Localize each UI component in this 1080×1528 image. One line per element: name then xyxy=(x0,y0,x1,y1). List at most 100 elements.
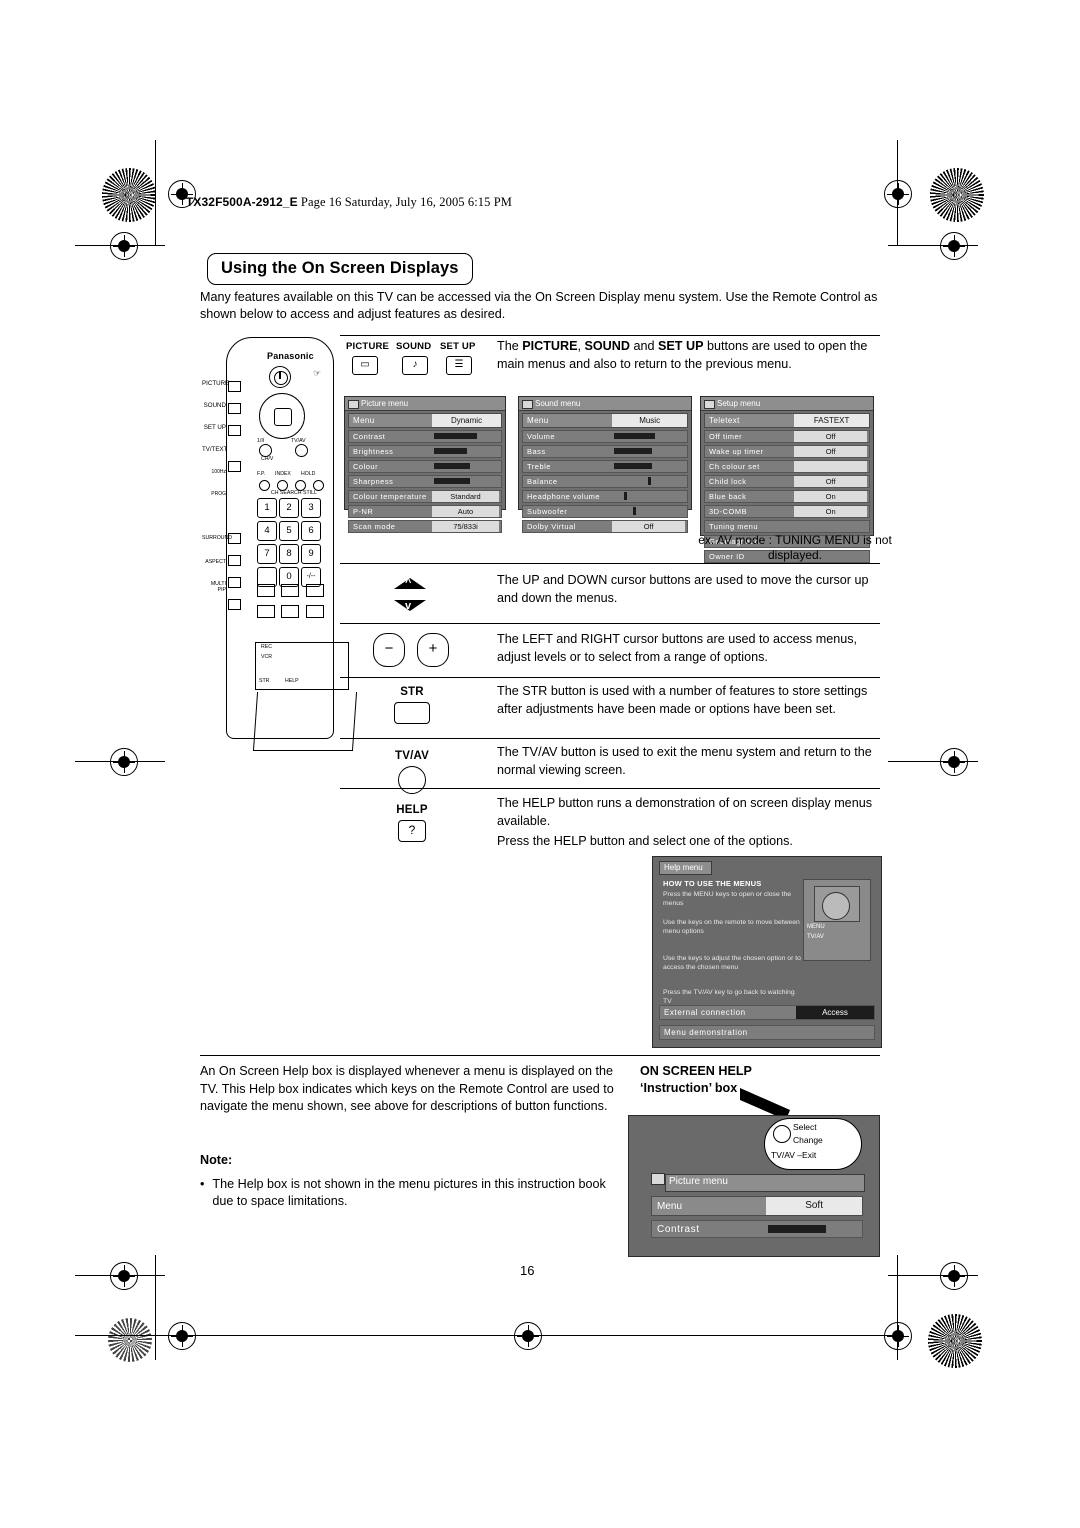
osd-row[interactable]: Sharpness xyxy=(348,475,502,488)
osd-row-bar xyxy=(432,431,501,442)
side-label-100hz: 100Hz PROG xyxy=(211,469,226,497)
divider xyxy=(340,563,880,564)
osd-row-label: Colour temperature xyxy=(353,492,427,501)
flap-str-label: STR xyxy=(259,678,270,684)
remote-body: Panasonic ☞ 1/II TV/AV CH/V F.P. INDEX H… xyxy=(226,337,358,751)
registration-mark xyxy=(940,232,968,260)
lower-paragraph: An On Screen Help box is displayed whene… xyxy=(200,1064,614,1113)
osd-row-label: 3D-COMB xyxy=(709,507,748,516)
osd-row[interactable]: Volume xyxy=(522,430,688,443)
osd-row-tick xyxy=(612,491,687,502)
osd-row-value-text: Standard xyxy=(432,491,499,502)
osd-setup-title: Setup menu xyxy=(701,397,873,411)
side-label-sound: SOUND xyxy=(203,402,226,409)
osd-row-bar xyxy=(612,446,687,457)
divider xyxy=(340,335,880,336)
bubble-exit-label: TV/AV –Exit xyxy=(771,1150,817,1160)
right-button-icon[interactable]: + xyxy=(417,633,449,667)
osd-row[interactable]: Dolby Virtual Off xyxy=(522,520,688,533)
osd2-header-value: Soft xyxy=(766,1197,862,1215)
crop-line xyxy=(888,761,978,762)
setup-button-label: SET UP xyxy=(440,341,476,352)
divider xyxy=(340,623,880,624)
side-label-aspect: ASPECT xyxy=(205,559,226,565)
leftright-buttons[interactable]: − + xyxy=(373,633,457,667)
osd-row-value xyxy=(794,461,869,472)
osd-row[interactable]: Scan mode 75/833i xyxy=(348,520,502,533)
osd-row[interactable]: Ch colour set xyxy=(704,460,870,473)
osd2-header-key: Menu xyxy=(657,1200,683,1212)
crop-line xyxy=(155,1255,156,1360)
tvav-button-icon[interactable] xyxy=(398,766,426,794)
osd-row-label: Blue back xyxy=(709,492,747,501)
side-label-setup: SET UP xyxy=(203,424,226,431)
flap-help-label: HELP xyxy=(285,678,299,684)
cursor-dpad xyxy=(259,393,305,439)
osd-row[interactable]: Treble xyxy=(522,460,688,473)
osd-row-tick xyxy=(612,476,687,487)
osd-row[interactable]: Brightness xyxy=(348,445,502,458)
osd-row[interactable]: Contrast xyxy=(348,430,502,443)
file-header-name: TX32F500A-2912_E xyxy=(186,195,298,209)
osd2-header[interactable]: Menu Soft xyxy=(651,1196,863,1216)
osd2-title: Picture menu xyxy=(669,1176,728,1187)
osd-row-bar xyxy=(432,476,501,487)
play-key xyxy=(257,584,275,597)
osd-row[interactable]: P-NR Auto xyxy=(348,505,502,518)
side-key-setup xyxy=(228,425,241,436)
osd-sound-header-key: Menu xyxy=(527,416,549,425)
setup-button-icon[interactable]: ☰ xyxy=(446,356,472,375)
updown-buttons[interactable]: ^ v xyxy=(394,577,430,616)
sound-button-label: SOUND xyxy=(396,341,432,352)
picture-button-icon[interactable]: ▭ xyxy=(352,356,378,375)
osd-row[interactable]: Balance xyxy=(522,475,688,488)
sound-button-icon[interactable]: ♪ xyxy=(402,356,428,375)
osd-row[interactable]: 3D-COMB On xyxy=(704,505,870,518)
osd-row[interactable]: Subwoofer xyxy=(522,505,688,518)
tvav-key-art: TV/AV xyxy=(372,750,452,794)
note-bullet-text: The Help box is not shown in the menu pi… xyxy=(212,1176,606,1209)
bold-setup: SET UP xyxy=(657,339,704,353)
on-screen-help-line1: ON SCREEN HELP xyxy=(640,1064,752,1078)
instruction-bubble: Select Change TV/AV –Exit xyxy=(764,1118,862,1170)
help-foot-row-2[interactable]: Menu demonstration xyxy=(659,1025,875,1040)
registration-mark xyxy=(110,1262,138,1290)
help-button-icon[interactable]: ? xyxy=(398,820,426,842)
str-key-label: STR xyxy=(400,686,424,698)
section-2-text: The UP and DOWN cursor buttons are used … xyxy=(497,573,869,605)
str-button-icon[interactable] xyxy=(394,702,430,724)
left-button-icon[interactable]: − xyxy=(373,633,405,667)
osd-row-label: Wake up timer xyxy=(709,447,764,456)
osd2-row[interactable]: Contrast xyxy=(651,1220,863,1238)
osd-setup-header: Teletext FASTEXT xyxy=(704,413,870,428)
registration-mark xyxy=(884,1322,912,1350)
section-6-text2: Press the HELP button and select one of … xyxy=(497,834,793,848)
osd-row[interactable]: Off timer Off xyxy=(704,430,870,443)
help-key-label: HELP xyxy=(396,804,428,816)
osd-row[interactable]: Headphone volume xyxy=(522,490,688,503)
osd-setup-header-value: FASTEXT xyxy=(794,414,869,427)
osd-sound-title: Sound menu xyxy=(519,397,691,411)
page-title: Using the On Screen Displays xyxy=(207,253,473,285)
osd-row-tick xyxy=(612,506,687,517)
osd-row[interactable]: Colour xyxy=(348,460,502,473)
osd-row[interactable]: Tuning menu xyxy=(704,520,870,533)
osd-row-label: Treble xyxy=(527,462,551,471)
osd-row[interactable]: Bass xyxy=(522,445,688,458)
osd-row[interactable]: Colour temperature Standard xyxy=(348,490,502,503)
help-remote-menu-label: MENU xyxy=(807,924,825,930)
osd-row[interactable]: Child lock Off xyxy=(704,475,870,488)
help-foot-row-1[interactable]: External connection Access xyxy=(659,1005,875,1020)
osd-row[interactable]: Blue back On xyxy=(704,490,870,503)
registration-mark xyxy=(168,1322,196,1350)
osd2-title-icon xyxy=(651,1173,665,1185)
document-page: TX32F500A-2912_E Page 16 Saturday, July … xyxy=(0,0,1080,1528)
osd-row[interactable]: Wake up timer Off xyxy=(704,445,870,458)
registration-mark xyxy=(110,232,138,260)
osd-row-label: Ch colour set xyxy=(709,462,760,471)
numeric-keypad: 1 2 3 4 5 6 7 8 9 0 -/-- xyxy=(257,498,323,590)
help-foot-value-1: Access xyxy=(796,1006,874,1019)
osd-row-label: Contrast xyxy=(353,432,386,441)
osd-row-value: On xyxy=(794,506,869,517)
key-6: 6 xyxy=(301,521,321,541)
